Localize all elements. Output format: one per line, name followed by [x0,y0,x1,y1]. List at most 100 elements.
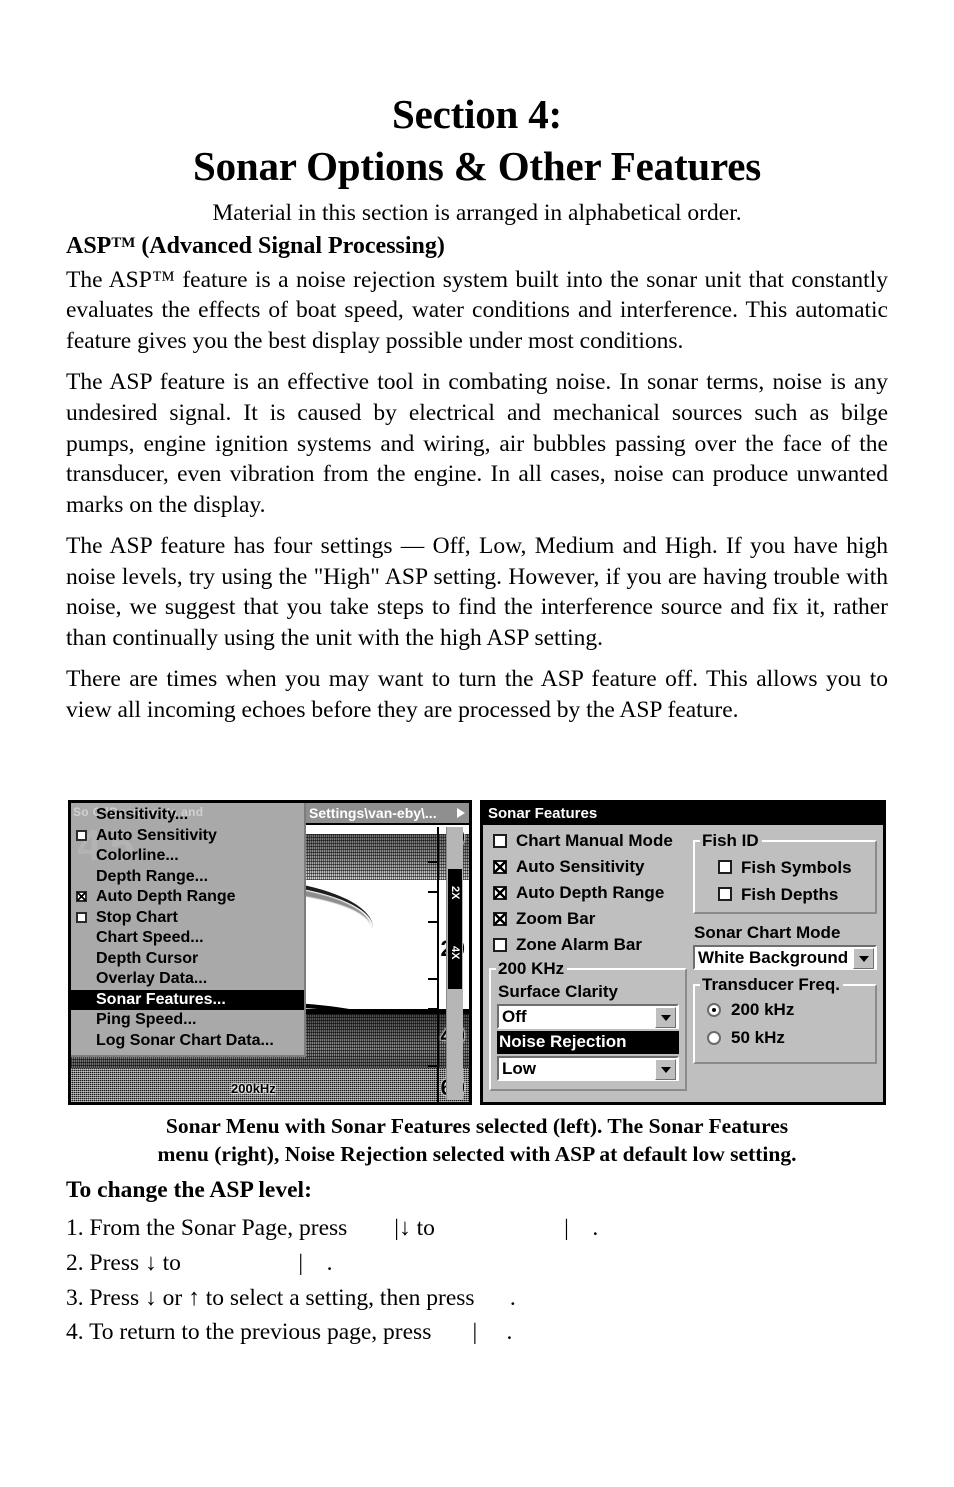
checkbox-unchecked-icon[interactable] [493,834,507,848]
menu-item-ping-speed[interactable]: Ping Speed... [71,1010,304,1031]
checkbox-auto-depth-range[interactable]: Auto Depth Range [489,880,687,906]
checkbox-label: Zone Alarm Bar [516,935,642,954]
trademark-mark: TM [111,234,136,251]
sonar-features-screenshot: Sonar Features Chart Manual Mode Auto Se… [480,800,886,1105]
menu-item-label: Stop Chart [96,908,178,926]
menu-item-label: Log Sonar Chart Data... [96,1031,274,1049]
sonar-chart-mode-value: White Background [698,947,849,967]
section-name-title: Sonar Options & Other Features [192,142,762,189]
checkbox-unchecked-icon[interactable] [718,887,732,901]
noise-rejection-dropdown[interactable]: Low [497,1056,679,1081]
menu-item-stop-chart[interactable]: Stop Chart [71,908,304,929]
menu-item-label: Depth Cursor [96,949,199,967]
menu-item-auto-sensitivity[interactable]: Auto Sensitivity [71,826,304,847]
menu-item-label: Ping Speed... [96,1011,197,1028]
paragraph-2: The ASP feature is an effective tool in … [66,369,888,518]
noise-rejection-label: Noise Rejection [497,1031,679,1054]
procedure-block: To change the ASP level: 1. From the Son… [66,1177,888,1350]
checkbox-zone-alarm-bar[interactable]: Zone Alarm Bar [489,932,687,958]
checkbox-label: Fish Symbols [741,858,852,877]
menu-item-label: Sonar Features... [96,990,226,1008]
noise-rejection-value: Low [502,1058,536,1078]
menu-item-auto-depth-range[interactable]: Auto Depth Range [71,887,304,908]
group-200khz-legend: 200 KHz [496,959,568,979]
surface-clarity-label: Surface Clarity [498,982,618,1001]
sonar-features-body: Chart Manual Mode Auto Sensitivity Auto … [483,825,883,1102]
zoom-bar-rail[interactable]: 2X 4X [446,827,463,1100]
procedure-step-3: 3. Press ↓ or ↑ to select a setting, the… [66,1284,516,1311]
frequency-label: 200kHz [231,1081,276,1096]
paragraph-3: The ASP feature has four settings — Off,… [66,533,888,651]
procedure-step-4: 4. To return to the previous page, press… [66,1319,513,1346]
group-transducer-freq: Transducer Freq. 200 kHz 50 kHz [693,975,877,1064]
checkbox-auto-sensitivity[interactable]: Auto Sensitivity [489,854,687,880]
menu-item-log-sonar-chart-data[interactable]: Log Sonar Chart Data... [71,1031,304,1052]
sonar-menu-screenshot: 200kHz 0 20 40 60 2X 4X Settings\van-eby… [68,800,472,1105]
checkbox-unchecked-icon[interactable] [718,860,732,874]
zoom-bar-4x[interactable]: 4X [448,917,462,989]
checkbox-checked-icon[interactable] [493,886,507,900]
radio-selected-icon[interactable] [707,1003,721,1017]
checkbox-label: Auto Sensitivity [516,857,645,876]
checkbox-fish-symbols[interactable]: Fish Symbols [701,854,869,881]
menu-item-overlay-data[interactable]: Overlay Data... [71,969,304,990]
checkbox-zoom-bar[interactable]: Zoom Bar [489,906,687,932]
checkbox-checked-icon[interactable] [493,912,507,926]
menu-item-depth-range[interactable]: Depth Range... [71,867,304,888]
group-200khz: 200 KHz Surface Clarity Off Noise Reject… [489,959,687,1091]
depth-tick [428,978,437,980]
sonar-menu-list: Sensitivity... Auto Sensitivity Colorlin… [71,803,304,1051]
group-fish-id: Fish ID Fish Symbols Fish Depths [693,831,877,914]
triangle-right-icon[interactable] [457,808,465,818]
sonar-features-right-column: Fish ID Fish Symbols Fish Depths Sonar C… [693,828,877,1102]
chevron-down-icon[interactable] [655,1059,676,1080]
checkbox-label: Auto Depth Range [516,883,665,902]
titlebar-path-label: Settings\van-eby\... [309,805,437,821]
asp-subheading-main: ASP [66,233,112,259]
article-body: ASPTM (Advanced Signal Processing) The A… [66,232,888,725]
figure-device-screenshots: 200kHz 0 20 40 60 2X 4X Settings\van-eby… [68,800,886,1105]
checkbox-label: Zoom Bar [516,909,596,928]
depth-tick [428,1065,437,1067]
sonar-chart-mode-dropdown[interactable]: White Background [693,945,877,970]
chevron-down-icon[interactable] [853,948,874,969]
checkbox-label: Fish Depths [741,885,839,904]
figure-caption-line-2: menu (right), Noise Rejection selected w… [157,1141,797,1166]
checkbox-unchecked-icon[interactable] [493,938,507,952]
menu-item-chart-speed[interactable]: Chart Speed... [71,928,304,949]
checkbox-fish-depths[interactable]: Fish Depths [701,881,869,908]
surface-clarity-dropdown[interactable]: Off [497,1004,679,1029]
menu-item-label: Colorline... [96,847,179,864]
checkbox-checked-icon[interactable] [76,891,87,902]
section-number-title: Section 4: [392,91,562,137]
checkbox-checked-icon[interactable] [493,860,507,874]
asp-subheading: ASPTM (Advanced Signal Processing) [66,232,888,261]
menu-item-label: Auto Depth Range [96,888,236,905]
zoom-bar-2x[interactable]: 2X [448,869,462,917]
depth-tick [428,861,437,863]
depth-tick [428,921,437,923]
chevron-down-icon[interactable] [655,1007,676,1028]
surface-clarity-value: Off [502,1006,527,1026]
checkbox-unchecked-icon[interactable] [76,911,87,923]
menu-item-sonar-features[interactable]: Sonar Features... [71,989,304,1010]
radio-unselected-icon[interactable] [707,1031,721,1045]
menu-item-colorline[interactable]: Colorline... [71,846,304,867]
menu-item-label: Sensitivity... [96,806,189,823]
depth-scale-line [437,827,439,1102]
depth-tick [428,891,437,893]
checkbox-unchecked-icon[interactable] [76,829,87,841]
manual-page: Section 4: Sonar Options & Other Feature… [0,0,954,1487]
sonar-titlebar: Settings\van-eby\... [304,803,469,825]
figure-caption: Sonar Menu with Sonar Features selected … [66,1113,888,1168]
menu-item-sensitivity[interactable]: Sensitivity... [71,805,304,826]
menu-item-label: Chart Speed... [96,929,204,946]
radio-50khz[interactable]: 50 kHz [701,1024,869,1052]
sonar-menu-panel: So C:\Documents and 4 5 Sensitivity... A… [71,803,306,1057]
menu-item-depth-cursor[interactable]: Depth Cursor [71,949,304,970]
depth-tick [428,1008,437,1010]
menu-item-label: Auto Sensitivity [96,826,217,844]
checkbox-chart-manual-mode[interactable]: Chart Manual Mode [489,828,687,854]
procedure-heading: To change the ASP level: [66,1177,312,1203]
radio-200khz[interactable]: 200 kHz [701,996,869,1024]
